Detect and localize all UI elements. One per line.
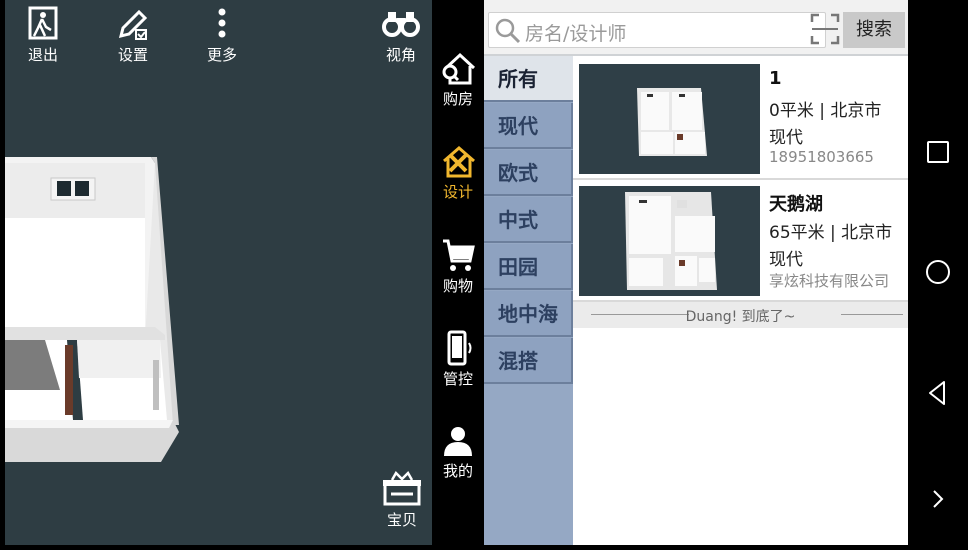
nav-design[interactable]: 设计 xyxy=(432,143,484,202)
nav-mine-label: 我的 xyxy=(442,462,473,480)
settings-label: 设置 xyxy=(117,46,148,64)
view-angle-button[interactable]: 视角 xyxy=(371,6,431,65)
list-item[interactable]: 1 0平米 | 北京市 现代 18951803665 xyxy=(573,58,908,180)
category-list: 所有 现代 欧式 中式 田园 地中海 混搭 xyxy=(484,56,573,545)
more-dots-icon xyxy=(218,8,226,38)
nav-buy-house-label: 购房 xyxy=(442,90,473,108)
exit-label: 退出 xyxy=(27,46,58,64)
nav-design-label: 设计 xyxy=(442,183,473,201)
list-end-text: Duang! 到底了~ xyxy=(685,309,796,325)
binoculars-icon xyxy=(382,12,420,37)
exit-icon xyxy=(28,6,58,40)
nav-shopping[interactable]: 购物 xyxy=(432,237,484,296)
nav-buy-house[interactable]: 购房 xyxy=(432,50,484,109)
search-bar: 房名/设计师 搜索 xyxy=(484,0,908,56)
listing-style: 现代 xyxy=(769,128,803,148)
phone-signal-icon xyxy=(447,330,472,366)
search-placeholder: 房名/设计师 xyxy=(525,23,627,45)
category-pastoral[interactable]: 田园 xyxy=(484,244,573,290)
gift-button[interactable]: 宝贝 xyxy=(372,470,432,530)
category-european[interactable]: 欧式 xyxy=(484,150,573,196)
floorplan-thumbnail xyxy=(579,186,760,296)
listing-contact: 享炫科技有限公司 xyxy=(769,272,890,290)
listing-title: 天鹅湖 xyxy=(769,194,823,215)
gift-box-icon xyxy=(383,470,421,506)
floorplan-thumbnail xyxy=(579,64,760,174)
list-end-indicator: Duang! 到底了~ xyxy=(573,302,908,328)
category-modern[interactable]: 现代 xyxy=(484,103,573,149)
exit-button[interactable]: 退出 xyxy=(13,6,73,65)
listing-title: 1 xyxy=(769,68,782,89)
floorplan-3d-model[interactable] xyxy=(5,0,432,545)
nav-control-label: 管控 xyxy=(442,370,473,388)
more-label: 更多 xyxy=(206,46,237,64)
house-search-icon xyxy=(442,52,476,85)
category-chinese[interactable]: 中式 xyxy=(484,197,573,243)
system-nav-bar xyxy=(908,0,968,550)
search-button[interactable]: 搜索 xyxy=(843,12,905,48)
list-item[interactable]: 天鹅湖 65平米 | 北京市 现代 享炫科技有限公司 xyxy=(573,180,908,302)
category-mixed[interactable]: 混搭 xyxy=(484,338,573,384)
main-nav: 购房 设计 购物 管控 我的 xyxy=(432,0,484,545)
settings-edit-icon xyxy=(118,9,148,40)
design-tools-icon xyxy=(443,146,475,178)
search-icon xyxy=(495,18,521,44)
back-icon[interactable] xyxy=(922,377,954,409)
nav-control[interactable]: 管控 xyxy=(432,330,484,389)
shopping-cart-icon xyxy=(443,239,475,271)
home-icon[interactable] xyxy=(922,256,954,288)
listing-area-city: 0平米 | 北京市 xyxy=(769,101,882,121)
design-list: 1 0平米 | 北京市 现代 18951803665 天鹅湖 65平米 | 北京… xyxy=(573,56,908,545)
nav-mine[interactable]: 我的 xyxy=(432,424,484,481)
view-angle-label: 视角 xyxy=(385,46,416,64)
gift-label: 宝贝 xyxy=(386,511,417,529)
more-button[interactable]: 更多 xyxy=(192,6,252,65)
user-icon xyxy=(444,427,472,456)
category-all[interactable]: 所有 xyxy=(484,56,573,102)
3d-viewport[interactable]: 退出 设置 更多 视角 宝贝 xyxy=(5,0,432,545)
category-mediterranean[interactable]: 地中海 xyxy=(484,291,573,337)
settings-button[interactable]: 设置 xyxy=(103,6,163,65)
recent-apps-icon[interactable] xyxy=(922,136,954,168)
scan-qr-icon[interactable] xyxy=(810,13,840,45)
design-browser-panel: 房名/设计师 搜索 所有 现代 欧式 中式 田园 地中海 混搭 1 0平米 | … xyxy=(484,0,908,545)
listing-contact: 18951803665 xyxy=(769,148,874,166)
listing-style: 现代 xyxy=(769,250,803,270)
chevron-right-icon[interactable] xyxy=(922,483,954,515)
listing-area-city: 65平米 | 北京市 xyxy=(769,223,893,243)
search-input[interactable]: 房名/设计师 xyxy=(488,12,826,48)
nav-shopping-label: 购物 xyxy=(442,277,473,295)
